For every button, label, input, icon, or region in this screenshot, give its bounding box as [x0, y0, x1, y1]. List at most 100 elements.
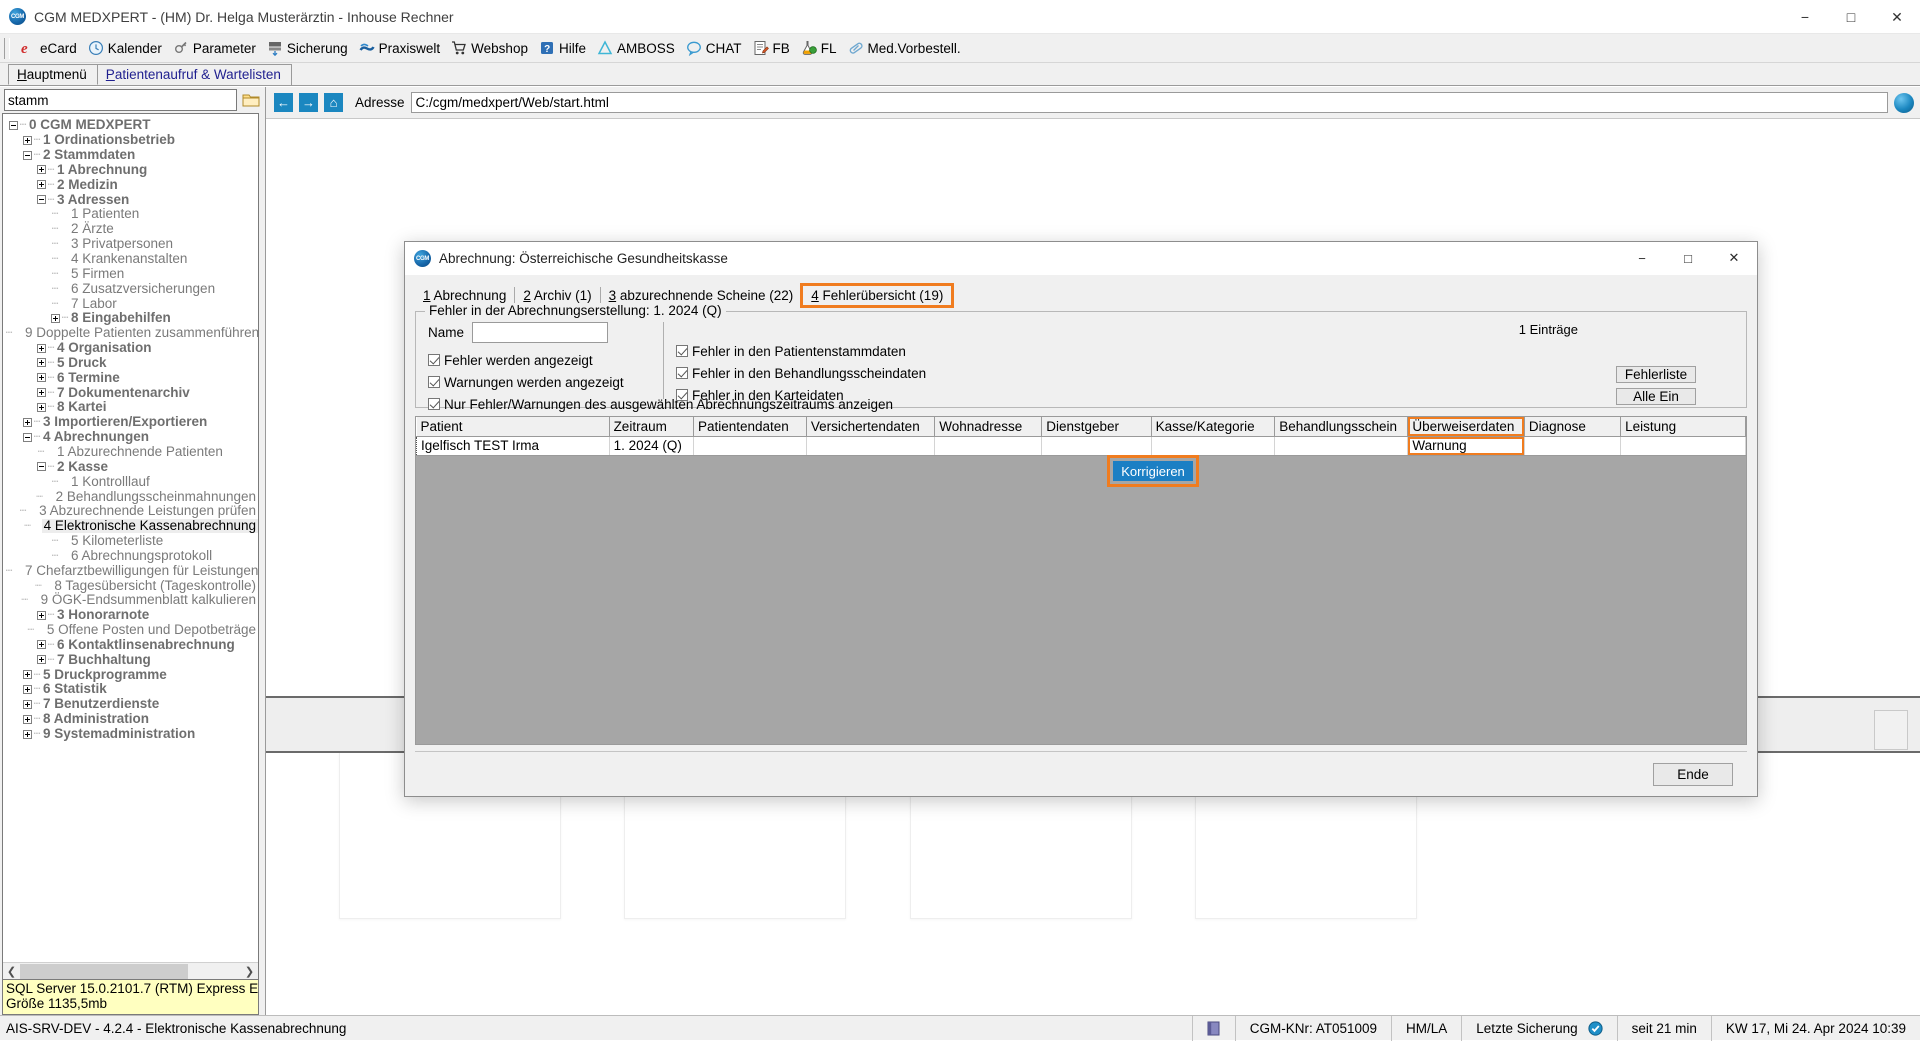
toolbar-item-parameter[interactable]: Parameter — [169, 37, 263, 60]
tree-item[interactable]: ┈1 Abzurechnende Patienten — [5, 445, 258, 460]
tree-collapse-icon[interactable] — [23, 433, 32, 442]
toolbar-item-fl[interactable]: FL — [797, 37, 844, 60]
tree-expand-icon[interactable] — [23, 670, 32, 679]
tree-item[interactable]: ┈2 Behandlungsscheinmahnungen — [5, 489, 258, 504]
table-cell[interactable]: Warnung — [1408, 436, 1524, 455]
checkbox-row[interactable]: Warnungen werden angezeigt — [428, 371, 661, 393]
tree-item[interactable]: ┈6 Abrechnungsprotokoll — [5, 548, 258, 563]
ende-button[interactable]: Ende — [1653, 763, 1733, 786]
scroll-left-icon[interactable]: ❮ — [3, 964, 20, 979]
tree-item[interactable]: ┈4 Krankenanstalten — [5, 252, 258, 267]
tree-expand-icon[interactable] — [37, 655, 46, 664]
tree-expand-icon[interactable] — [37, 358, 46, 367]
tree-item[interactable]: ┈5 Firmen — [5, 266, 258, 281]
toolbar-item-hilfe[interactable]: ?Hilfe — [535, 37, 593, 60]
table-column-header[interactable]: Diagnose — [1524, 417, 1620, 436]
address-input[interactable] — [411, 92, 1888, 113]
dialog-close-button[interactable]: ✕ — [1711, 242, 1757, 274]
tree-item[interactable]: ┈3 Abzurechnende Leistungen prüfen — [5, 504, 258, 519]
tree-expand-icon[interactable] — [23, 418, 32, 427]
toolbar-item-kalender[interactable]: Kalender — [84, 37, 169, 60]
tree-item[interactable]: ┈9 Systemadministration — [5, 727, 258, 742]
arrow-left-icon[interactable]: ← — [274, 93, 293, 112]
tree-item[interactable]: ┈7 Labor — [5, 296, 258, 311]
toolbar-item-praxiswelt[interactable]: Praxiswelt — [355, 37, 448, 60]
table-column-header[interactable]: Patientendaten — [693, 417, 806, 436]
tree-expand-icon[interactable] — [23, 685, 32, 694]
search-input[interactable] — [4, 89, 237, 111]
korrigieren-button[interactable]: Korrigieren — [1113, 461, 1193, 481]
tree-expand-icon[interactable] — [37, 344, 46, 353]
tree-item[interactable]: ┈4 Abrechnungen — [5, 430, 258, 445]
tree-item[interactable]: ┈5 Offene Posten und Depotbeträge — [5, 623, 258, 638]
tree-item[interactable]: ┈8 Eingabehilfen — [5, 311, 258, 326]
tree-expand-icon[interactable] — [37, 403, 46, 412]
checkbox-row[interactable]: Fehler in den Behandlungsscheindaten — [676, 362, 1578, 384]
tree-expand-icon[interactable] — [23, 730, 32, 739]
scroll-right-icon[interactable]: ❯ — [241, 964, 258, 979]
tree-collapse-icon[interactable] — [9, 121, 18, 130]
scroll-thumb[interactable] — [20, 964, 188, 979]
scroll-track[interactable] — [20, 964, 241, 979]
window-maximize-button[interactable]: □ — [1828, 0, 1874, 34]
tree-item[interactable]: ┈2 Medizin — [5, 177, 258, 192]
toolbar-item-chat[interactable]: CHAT — [682, 37, 749, 60]
name-input[interactable] — [472, 322, 608, 343]
tree-item[interactable]: ┈5 Druck — [5, 356, 258, 371]
table-column-header[interactable]: Überweiserdaten — [1408, 417, 1524, 436]
toolbar-item-fb[interactable]: FB — [749, 37, 797, 60]
tree-item[interactable]: ┈8 Kartei — [5, 400, 258, 415]
table-cell[interactable] — [1275, 436, 1408, 455]
tree-collapse-icon[interactable] — [23, 151, 32, 160]
table-column-header[interactable]: Zeitraum — [609, 417, 693, 436]
table-column-header[interactable]: Dienstgeber — [1042, 417, 1151, 436]
tree-item[interactable]: ┈1 Kontrolllauf — [5, 474, 258, 489]
toolbar-item-med-vorbestell[interactable]: Med.Vorbestell. — [844, 37, 968, 60]
tree-item[interactable]: ┈1 Abrechnung — [5, 163, 258, 178]
tree-expand-icon[interactable] — [37, 611, 46, 620]
tree-collapse-icon[interactable] — [37, 195, 46, 204]
checkbox-row[interactable]: Fehler in den Patientenstammdaten — [676, 340, 1578, 362]
tree-item[interactable]: ┈3 Importieren/Exportieren — [5, 415, 258, 430]
tree-item[interactable]: ┈4 Organisation — [5, 341, 258, 356]
tree-item[interactable]: ┈7 Dokumentenarchiv — [5, 385, 258, 400]
alle-ein-button[interactable]: Alle Ein — [1616, 388, 1696, 405]
window-minimize-button[interactable]: − — [1782, 0, 1828, 34]
tree-item[interactable]: ┈8 Administration — [5, 712, 258, 727]
tree-horizontal-scrollbar[interactable]: ❮ ❯ — [3, 962, 258, 979]
checkbox-icon[interactable] — [428, 354, 440, 366]
table-cell[interactable] — [693, 436, 806, 455]
tree-collapse-icon[interactable] — [37, 462, 46, 471]
page-tab-1[interactable]: Hauptmenü — [8, 64, 98, 85]
table-cell[interactable] — [806, 436, 934, 455]
toolbar-grip[interactable] — [4, 38, 10, 59]
tree-item[interactable]: ┈6 Zusatzversicherungen — [5, 281, 258, 296]
tree-expand-icon[interactable] — [37, 388, 46, 397]
tree-item[interactable]: ┈3 Adressen — [5, 192, 258, 207]
tree-item[interactable]: ┈5 Kilometerliste — [5, 534, 258, 549]
tree-expand-icon[interactable] — [37, 373, 46, 382]
window-close-button[interactable]: ✕ — [1874, 0, 1920, 34]
navigation-tree[interactable]: ┈0 CGM MEDXPERT┈1 Ordinationsbetrieb┈2 S… — [3, 114, 258, 962]
toolbar-item-amboss[interactable]: AMBOSS — [593, 37, 682, 60]
tree-item[interactable]: ┈1 Patienten — [5, 207, 258, 222]
table-cell[interactable]: Igelfisch TEST Irma — [417, 436, 610, 455]
table-row[interactable]: Igelfisch TEST Irma1. 2024 (Q)Warnung — [417, 436, 1746, 455]
table-column-header[interactable]: Patient — [417, 417, 610, 436]
checkbox-row[interactable]: Fehler werden angezeigt — [428, 349, 661, 371]
tree-item[interactable]: ┈4 Elektronische Kassenabrechnung — [5, 519, 258, 534]
tree-item[interactable]: ┈7 Benutzerdienste — [5, 697, 258, 712]
toolbar-item-ecard[interactable]: eeCard — [16, 37, 84, 60]
tree-item[interactable]: ┈3 Privatpersonen — [5, 237, 258, 252]
table-column-header[interactable]: Wohnadresse — [935, 417, 1042, 436]
tree-item[interactable]: ┈9 ÖGK-Endsummenblatt kalkulieren — [5, 593, 258, 608]
folder-icon[interactable] — [241, 90, 261, 110]
tree-item[interactable]: ┈1 Ordinationsbetrieb — [5, 133, 258, 148]
tree-item[interactable]: ┈6 Kontaktlinsenabrechnung — [5, 638, 258, 653]
tree-item[interactable]: ┈0 CGM MEDXPERT — [5, 118, 258, 133]
table-column-header[interactable]: Leistung — [1621, 417, 1746, 436]
tree-expand-icon[interactable] — [37, 180, 46, 189]
tree-item[interactable]: ┈9 Doppelte Patienten zusammenführen — [5, 326, 258, 341]
tree-expand-icon[interactable] — [37, 165, 46, 174]
checkbox-icon[interactable] — [676, 389, 688, 401]
